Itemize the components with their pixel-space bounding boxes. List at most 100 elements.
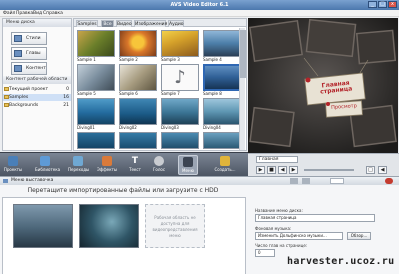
menu-file[interactable]: Файл [3, 10, 15, 17]
toggle-icon[interactable] [290, 178, 298, 184]
transitions-icon [73, 156, 83, 166]
play-button[interactable]: ▶ [256, 166, 265, 174]
prev-button[interactable]: ◀ [278, 166, 287, 174]
create-button[interactable]: Создать... [212, 155, 238, 175]
thumb-caption: Sample 6 [119, 91, 138, 96]
tree-item-current-project[interactable]: Текущий проект 0 [3, 86, 71, 93]
menu-edit[interactable]: Правка [16, 10, 33, 17]
thumb-caption: Diving03 [161, 125, 179, 130]
tab-samples[interactable]: Samples [76, 20, 98, 27]
watermark-text: harvester.ucoz.ru [287, 256, 395, 267]
transitions-button[interactable]: Переходы [68, 155, 89, 175]
thumb-diving02[interactable] [119, 98, 157, 125]
drop-media-1[interactable] [13, 204, 73, 248]
tab-audio[interactable]: Аудио [168, 20, 184, 27]
next-icon: ▶ [291, 167, 296, 173]
toggle-icon[interactable] [302, 178, 310, 184]
thumb-sample-4[interactable] [203, 30, 241, 57]
menu-panel-header: Меню выставочка [0, 177, 399, 185]
thumb-caption: Sample 7 [161, 91, 180, 96]
thumb-sample-7-audio[interactable]: ♪ [161, 64, 199, 91]
thumb-diving03[interactable] [161, 98, 199, 125]
stop-icon: ■ [269, 167, 274, 173]
folder-icon [4, 103, 9, 107]
gallery-tabs: Samples Все Видео Изображения Аудио [74, 19, 246, 27]
thumb-sample-3[interactable] [161, 30, 199, 57]
volume-icon: ◀ [380, 167, 385, 173]
library-button[interactable]: Библиотека [35, 155, 60, 175]
workspace-content-header: Контент рабочей области [3, 76, 71, 84]
thumb-sample-5[interactable] [77, 64, 115, 91]
chapters-per-page-label: Число глав на странице: [255, 243, 308, 248]
content-button[interactable]: Контент [11, 62, 47, 75]
app-window: { "window": {"title": "AVS Video Editor … [0, 0, 399, 274]
scrollbar-thumb[interactable] [240, 30, 246, 78]
play-icon: ▶ [258, 167, 263, 173]
thumb-sample-6[interactable] [119, 64, 157, 91]
thumb-partial[interactable] [203, 132, 241, 149]
thumb-caption: Sample 8 [203, 91, 222, 96]
drop-media-2[interactable] [79, 204, 139, 248]
window-title: AVS Video Editor 6.1 [170, 2, 229, 8]
menu-view[interactable]: Вид [33, 10, 42, 17]
main-toolbar: Проекты Библиотека Переходы Эффекты T Тек… [0, 152, 248, 176]
text-button[interactable]: T Текст [125, 155, 145, 175]
music-label: Фоновая музыка: [255, 226, 292, 231]
projects-button[interactable]: Проекты [3, 155, 23, 175]
thumb-partial[interactable] [119, 132, 157, 149]
tab-all[interactable]: Все [101, 20, 114, 27]
tab-images[interactable]: Изображения [134, 20, 167, 27]
sidebar: Меню диска Стили Главы Контент Контент р… [2, 18, 72, 151]
thumb-caption: Sample 1 [77, 57, 96, 62]
volume-button[interactable]: ◀ [378, 166, 387, 174]
projects-icon [8, 156, 18, 166]
tree-item-samples[interactable]: Samples 16 [3, 94, 71, 101]
menu-title-label: Название меню диска: [255, 208, 303, 213]
music-note-icon: ♪ [174, 67, 186, 88]
chapter-select[interactable]: Главная [256, 156, 298, 163]
title-bar: AVS Video Editor 6.1 _ □ x [0, 0, 399, 10]
stop-button[interactable]: ■ [267, 166, 276, 174]
folder-icon [4, 87, 9, 91]
next-button[interactable]: ▶ [289, 166, 298, 174]
thumb-sample-2[interactable] [119, 30, 157, 57]
styles-icon [14, 35, 22, 42]
thumb-diving01[interactable] [77, 98, 115, 125]
voice-button[interactable]: Голос [149, 155, 169, 175]
music-input[interactable]: Изменить Дольфинско музыки... [255, 232, 343, 240]
chapters-icon [14, 50, 22, 57]
styles-button[interactable]: Стили [11, 32, 47, 45]
drop-placeholder: Рабочая область не доступна для видеопре… [145, 204, 205, 248]
thumb-partial[interactable] [77, 132, 115, 149]
effects-button[interactable]: Эффекты [97, 155, 117, 175]
thumb-sample-1[interactable] [77, 30, 115, 57]
thumb-partial[interactable] [161, 132, 199, 149]
close-button[interactable]: x [388, 1, 397, 8]
drop-instruction: Перетащите импортированные файлы или заг… [27, 187, 219, 194]
gallery-scrollbar[interactable] [239, 28, 246, 150]
thumb-diving04[interactable] [203, 98, 241, 125]
menu-help[interactable]: Справка [43, 10, 63, 17]
preview-screen: Главная страница Просмотр [248, 18, 398, 153]
sidebar-header: Меню диска [3, 19, 71, 27]
thumb-caption: Sample 5 [77, 91, 96, 96]
record-icon[interactable] [385, 178, 393, 184]
create-icon [220, 156, 230, 166]
maximize-button[interactable]: □ [378, 1, 387, 8]
fullscreen-button[interactable]: □ [366, 166, 375, 174]
thumb-caption: Sample 4 [203, 57, 222, 62]
seek-slider[interactable] [304, 169, 354, 171]
zoom-select[interactable] [330, 178, 344, 184]
chapters-button[interactable]: Главы [11, 47, 47, 60]
thumb-sample-8[interactable] [203, 64, 241, 91]
chapters-per-page-input[interactable]: 0 [255, 249, 275, 257]
menu-panel-icon [3, 179, 8, 183]
thumb-caption: Diving01 [77, 125, 95, 130]
tree-item-backgrounds[interactable]: Backgrounds 21 [3, 102, 71, 109]
browse-button[interactable]: Обзор... [347, 232, 371, 240]
menu-title-input[interactable]: Главная страница [255, 214, 375, 222]
tab-video[interactable]: Видео [116, 20, 132, 27]
menu-button[interactable]: Меню [178, 155, 198, 175]
media-drop-area[interactable]: Рабочая область не доступна для видеопре… [2, 197, 246, 274]
minimize-button[interactable]: _ [368, 1, 377, 8]
